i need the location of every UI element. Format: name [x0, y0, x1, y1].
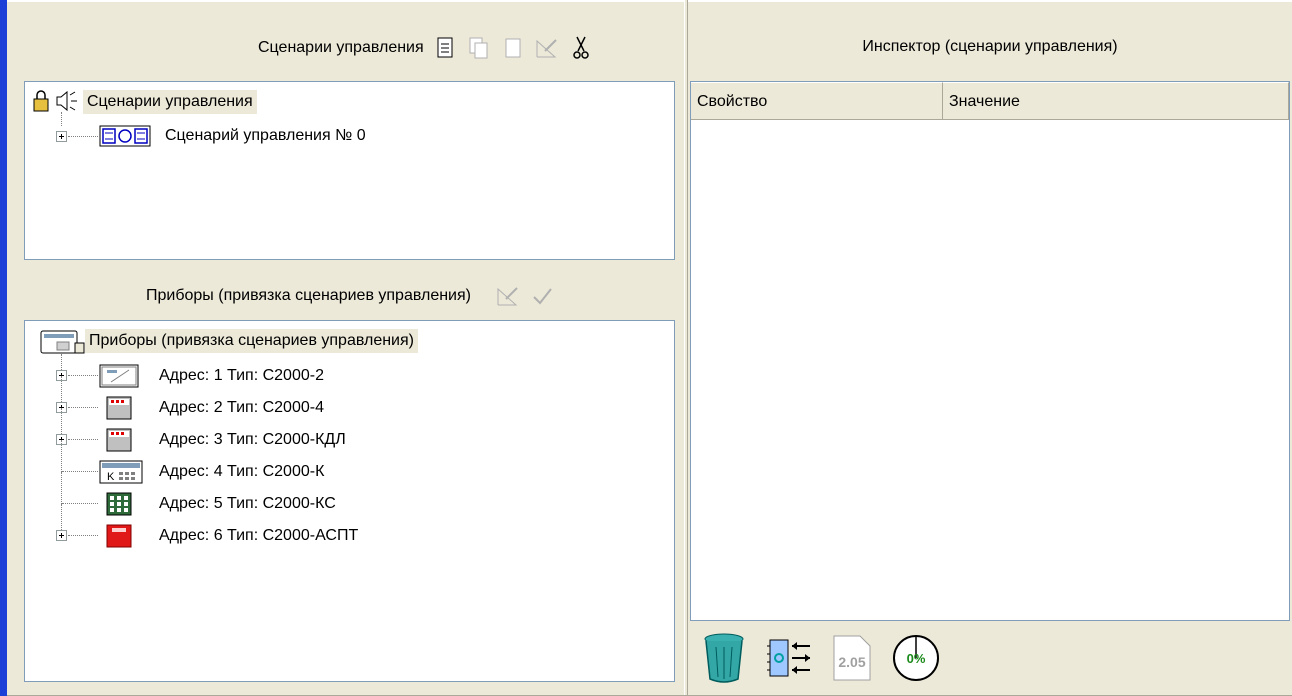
column-header-value[interactable]: Значение — [943, 82, 1289, 120]
gray-module-icon — [106, 396, 132, 420]
devices-header: Приборы (привязка сценариев управления) — [146, 278, 555, 314]
version-label: 2.05 — [838, 654, 865, 670]
tree-line — [62, 503, 98, 505]
panel-splitter[interactable] — [684, 0, 688, 696]
device-item-label: Адрес: 6 Тип: С2000-АСПТ — [159, 527, 359, 544]
scenarios-header: Сценарии управления — [258, 30, 594, 66]
devices-tree[interactable]: Приборы (привязка сценариев управления) … — [24, 320, 675, 682]
cut-button[interactable] — [568, 34, 594, 62]
trash-icon — [704, 633, 744, 683]
expand-icon[interactable] — [56, 131, 67, 142]
tree-line — [62, 471, 98, 473]
progress-indicator: 0% — [890, 632, 942, 684]
ruler-pencil-icon — [497, 287, 518, 306]
tree-line — [61, 112, 63, 126]
device-item[interactable]: Адрес: 5 Тип: С2000-КС — [99, 490, 336, 518]
expand-icon[interactable] — [56, 530, 67, 541]
devices-tree-root[interactable]: Приборы (привязка сценариев управления) — [25, 327, 418, 355]
devices-header-title: Приборы (привязка сценариев управления) — [146, 287, 471, 304]
tree-line — [68, 136, 98, 138]
scenario-item-0[interactable]: Сценарий управления № 0 — [99, 122, 366, 150]
tree-line — [68, 375, 98, 377]
panel-keypad-icon — [99, 364, 139, 388]
svg-text:K: K — [107, 471, 115, 483]
blank-page-icon — [505, 38, 521, 58]
edit-binding-button[interactable] — [495, 282, 521, 310]
apply-button[interactable] — [529, 282, 555, 310]
scissors-icon — [572, 36, 589, 59]
checkmark-icon — [533, 288, 552, 305]
tree-line — [68, 407, 98, 409]
new-document-button[interactable] — [432, 34, 458, 62]
bottom-toolbar: 2.05 0% — [700, 628, 960, 688]
device-panel-icon — [40, 330, 85, 354]
scenario-icon — [99, 125, 151, 147]
device-item[interactable]: K Адрес: 4 Тип: С2000-К — [99, 458, 324, 486]
device-item[interactable]: Адрес: 3 Тип: С2000-КДЛ — [99, 426, 346, 454]
device-item-label: Адрес: 5 Тип: С2000-КС — [159, 495, 336, 512]
chip-arrows-icon — [767, 639, 810, 677]
column-header-property[interactable]: Свойство — [691, 82, 943, 120]
scenario-item-label: Сценарий управления № 0 — [165, 127, 366, 144]
inspector-title: Инспектор (сценарии управления) — [862, 38, 1118, 55]
window-top-edge — [7, 0, 1292, 2]
gray-module-icon — [106, 428, 132, 452]
progress-dial-icon: 0% — [893, 635, 939, 681]
devices-root-label: Приборы (привязка сценариев управления) — [85, 329, 418, 353]
edit-scenario-button[interactable] — [534, 34, 560, 62]
red-module-icon — [106, 524, 132, 548]
green-keypad-icon — [106, 492, 132, 516]
inspector-grid-header: Свойство Значение — [691, 82, 1289, 120]
device-item-label: Адрес: 4 Тип: С2000-К — [159, 463, 325, 480]
tree-line — [61, 440, 63, 472]
ruler-pencil-icon — [536, 39, 557, 58]
copy-button[interactable] — [466, 34, 492, 62]
scenarios-header-title: Сценарии управления — [258, 39, 424, 56]
device-item[interactable]: Адрес: 6 Тип: С2000-АСПТ — [99, 522, 358, 550]
lock-speaker-icon — [33, 90, 77, 112]
device-item-label: Адрес: 1 Тип: С2000-2 — [159, 367, 324, 384]
inspector-grid[interactable]: Свойство Значение — [690, 81, 1290, 621]
progress-label: 0% — [907, 651, 926, 666]
device-item-label: Адрес: 2 Тип: С2000-4 — [159, 399, 324, 416]
device-item[interactable]: Адрес: 2 Тип: С2000-4 — [99, 394, 324, 422]
tree-line — [61, 472, 63, 504]
copy-icon — [469, 37, 488, 59]
scenarios-tree-root[interactable]: Сценарии управления — [25, 88, 257, 116]
keyboard-icon: K — [99, 460, 143, 484]
tree-line — [68, 535, 98, 537]
trash-button[interactable] — [700, 631, 748, 685]
new-document-icon — [437, 37, 453, 58]
device-item-label: Адрес: 3 Тип: С2000-КДЛ — [159, 431, 346, 448]
version-button[interactable]: 2.05 — [832, 634, 872, 682]
paste-button[interactable] — [500, 34, 526, 62]
firmware-upload-button[interactable] — [766, 634, 814, 682]
scenarios-root-label: Сценарии управления — [83, 90, 257, 114]
tree-line — [68, 439, 98, 441]
device-item[interactable]: Адрес: 1 Тип: С2000-2 — [99, 362, 324, 390]
scenarios-tree[interactable]: Сценарии управления Сценарий управления … — [24, 81, 675, 260]
version-document-icon: 2.05 — [833, 635, 871, 681]
window-edge-strip — [0, 0, 7, 696]
